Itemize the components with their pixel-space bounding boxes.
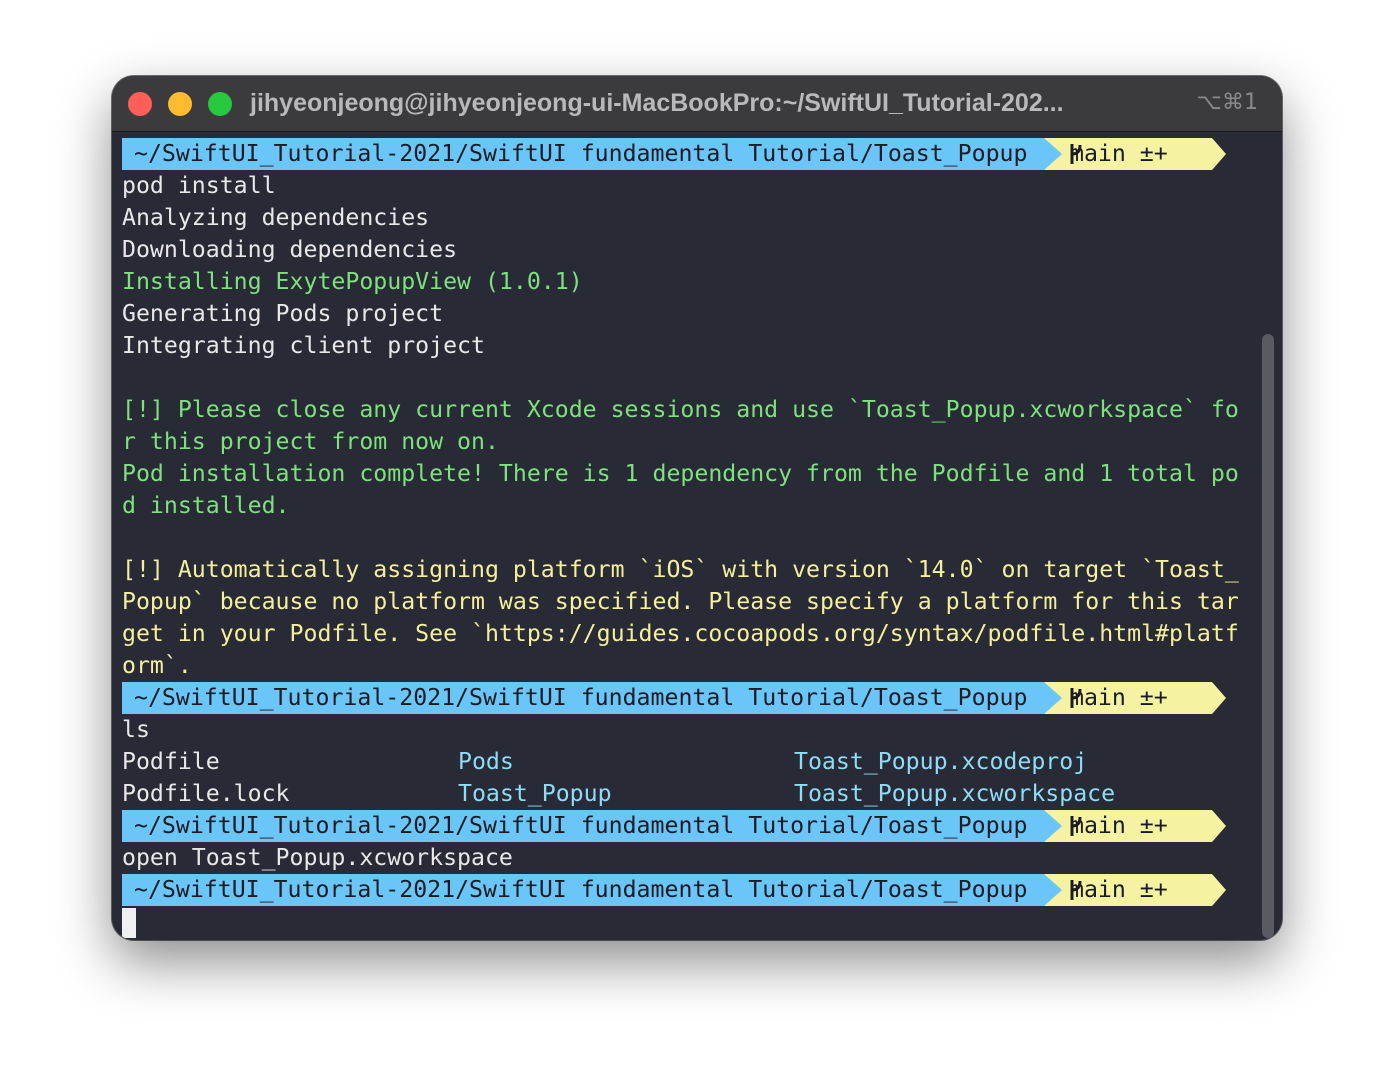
prompt-branch: main ±+ [1070, 812, 1168, 839]
prompt-path: ~/SwiftUI_Tutorial-2021/SwiftUI fundamen… [122, 810, 1044, 842]
terminal-window: jihyeonjeong@jihyeonjeong-ui-MacBookPro:… [112, 76, 1282, 940]
output-line: [!] Automatically assigning platform `iO… [122, 556, 1239, 583]
ls-directory: Toast_Popup.xcworkspace [794, 780, 1116, 807]
command-line: open Toast_Popup.xcworkspace [122, 844, 513, 871]
title-bar: jihyeonjeong@jihyeonjeong-ui-MacBookPro:… [112, 76, 1282, 132]
ls-file: Podfile [122, 748, 220, 775]
window-shortcut: ⌥⌘1 [1196, 90, 1258, 115]
output-line: Downloading dependencies [122, 236, 458, 263]
output-line: Pod installation complete! There is 1 de… [122, 460, 1239, 487]
prompt-separator [1212, 682, 1226, 714]
prompt-separator [1044, 682, 1062, 714]
prompt-line: ~/SwiftUI_Tutorial-2021/SwiftUI fundamen… [122, 682, 1252, 714]
prompt-path: ~/SwiftUI_Tutorial-2021/SwiftUI fundamen… [122, 138, 1044, 170]
vertical-scrollbar[interactable] [1262, 334, 1274, 938]
ls-directory: Toast_Popup.xcodeproj [794, 748, 1088, 775]
zoom-window-button[interactable] [208, 92, 232, 116]
output-line: Popup` because no platform was specified… [122, 588, 1239, 615]
minimize-window-button[interactable] [168, 92, 192, 116]
prompt-separator [1044, 874, 1062, 906]
ls-directory: Toast_Popup [458, 780, 612, 807]
prompt-branch: main ±+ [1070, 140, 1168, 167]
output-line: Generating Pods project [122, 300, 444, 327]
terminal-output[interactable]: ~/SwiftUI_Tutorial-2021/SwiftUI fundamen… [122, 138, 1252, 938]
prompt-branch: main ±+ [1070, 876, 1168, 903]
prompt-separator [1212, 810, 1226, 842]
prompt-separator [1044, 810, 1062, 842]
command-line: pod install [122, 172, 276, 199]
prompt-path: ~/SwiftUI_Tutorial-2021/SwiftUI fundamen… [122, 874, 1044, 906]
command-line: ls [122, 716, 150, 743]
output-line: Analyzing dependencies [122, 204, 430, 231]
output-line: r this project from now on. [122, 428, 499, 455]
output-line: orm`. [122, 652, 192, 679]
ls-row: Podfile.lock Toast_Popup Toast_Popup.xcw… [122, 778, 1252, 810]
prompt-separator [1212, 138, 1226, 170]
output-line: [!] Please close any current Xcode sessi… [122, 396, 1239, 423]
prompt-line: ~/SwiftUI_Tutorial-2021/SwiftUI fundamen… [122, 810, 1252, 842]
ls-row: Podfile Pods Toast_Popup.xcodeproj [122, 746, 1252, 778]
prompt-line: ~/SwiftUI_Tutorial-2021/SwiftUI fundamen… [122, 874, 1252, 906]
prompt-line: ~/SwiftUI_Tutorial-2021/SwiftUI fundamen… [122, 138, 1252, 170]
input-line[interactable] [122, 906, 1252, 938]
ls-file: Podfile.lock [122, 780, 290, 807]
prompt-separator [1044, 138, 1062, 170]
output-line: Integrating client project [122, 332, 485, 359]
output-line: d installed. [122, 492, 290, 519]
window-title: jihyeonjeong@jihyeonjeong-ui-MacBookPro:… [250, 89, 1064, 117]
prompt-branch: main ±+ [1070, 684, 1168, 711]
output-line: Installing ExytePopupView (1.0.1) [122, 268, 583, 295]
close-window-button[interactable] [128, 92, 152, 116]
prompt-path: ~/SwiftUI_Tutorial-2021/SwiftUI fundamen… [122, 682, 1044, 714]
prompt-separator [1212, 874, 1226, 906]
output-line: get in your Podfile. See `https://guides… [122, 620, 1239, 647]
ls-directory: Pods [458, 748, 514, 775]
